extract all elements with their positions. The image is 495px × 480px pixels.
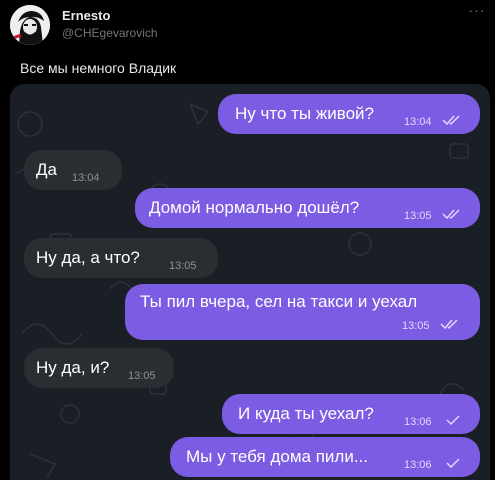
message-time: 13:04 [72,172,100,184]
author-name[interactable]: Ernesto [62,8,110,23]
message-time: 13:05 [402,320,430,332]
message-time: 13:05 [404,210,432,222]
message-text: Да [36,160,57,179]
message-outgoing[interactable]: Домой нормально дошёл? 13:05 [135,188,480,228]
message-outgoing[interactable]: Мы у тебя дома пили... 13:06 [170,437,480,477]
message-incoming[interactable]: Ну да, и? 13:05 [24,348,174,388]
message-text: Ну что ты живой? [235,104,374,123]
double-check-icon [442,209,460,220]
tweet-text: Все мы немного Владик [20,60,177,76]
tweet-header: Ernesto @CHEgevarovich ··· [0,0,495,50]
message-text: Домой нормально дошёл? [149,198,360,217]
message-outgoing[interactable]: Ты пил вчера, сел на такси и уехал 13:05 [125,284,480,340]
message-outgoing[interactable]: И куда ты уехал? 13:06 [222,394,480,434]
more-options-button[interactable]: ··· [466,2,488,22]
message-text: Ну да, а что? [36,248,140,267]
message-incoming[interactable]: Ну да, а что? 13:05 [24,238,218,278]
message-time: 13:06 [404,459,432,471]
tweet-media-chat-screenshot[interactable]: Ну что ты живой? 13:04 Да 13:04 Домой но… [10,84,490,480]
message-outgoing[interactable]: Ну что ты живой? 13:04 [218,94,480,134]
avatar-image [10,5,50,45]
check-icon [446,415,460,426]
check-icon [446,458,460,469]
message-text: Ты пил вчера, сел на такси и уехал [140,292,418,311]
message-text: Мы у тебя дома пили... [186,447,369,466]
message-time: 13:05 [169,260,197,272]
message-text: Ну да, и? [36,358,110,377]
more-horizontal-icon: ··· [468,2,486,18]
message-time: 13:06 [404,416,432,428]
message-incoming[interactable]: Да 13:04 [24,150,122,190]
double-check-icon [442,115,460,126]
author-handle[interactable]: @CHEgevarovich [62,26,158,40]
message-time: 13:04 [404,116,432,128]
avatar[interactable] [10,5,50,45]
message-time: 13:05 [128,370,156,382]
double-check-icon [440,319,458,330]
message-text: И куда ты уехал? [238,404,374,423]
